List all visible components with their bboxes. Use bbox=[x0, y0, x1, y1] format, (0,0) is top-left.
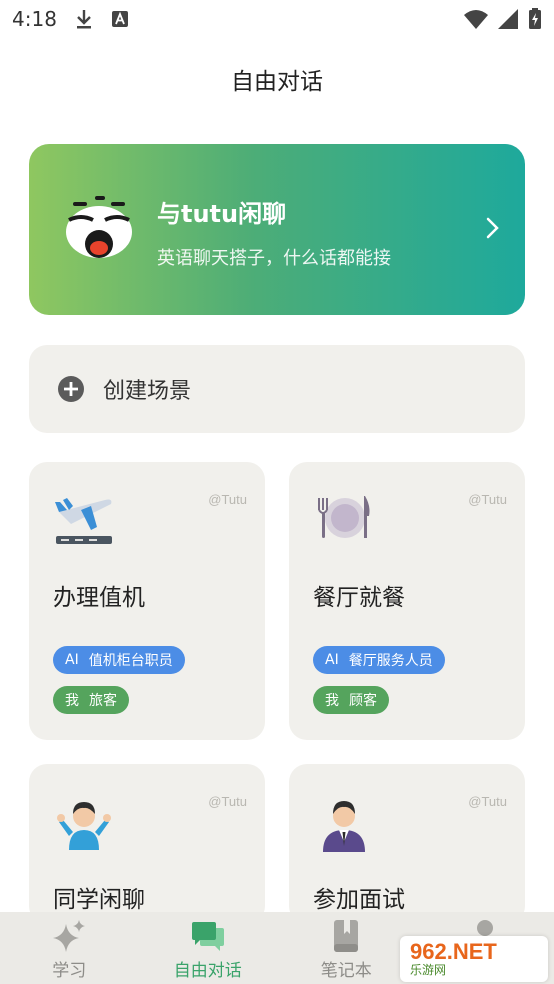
banner-title: 与tutu闲聊 bbox=[157, 200, 287, 228]
card-watermark: @Tutu bbox=[208, 492, 247, 507]
my-role-chip: 我 顾客 bbox=[313, 686, 389, 714]
me-role: 旅客 bbox=[89, 693, 117, 709]
sparkle-icon bbox=[53, 920, 86, 952]
ai-role-chip: AI 值机柜台职员 bbox=[53, 646, 185, 674]
scene-card-classmate-chat[interactable]: @Tutu 同学闲聊 bbox=[29, 764, 265, 924]
card-title: 同学闲聊 bbox=[53, 887, 145, 913]
ai-role: 餐厅服务人员 bbox=[348, 653, 433, 669]
font-icon bbox=[111, 11, 128, 27]
wifi-icon bbox=[464, 10, 488, 29]
card-title: 餐厅就餐 bbox=[313, 585, 405, 611]
ai-role: 值机柜台职员 bbox=[88, 653, 173, 669]
me-tag: 我 bbox=[325, 693, 339, 709]
battery-icon bbox=[529, 8, 541, 29]
status-bar: 4:18 bbox=[0, 0, 554, 38]
notebook-icon bbox=[334, 920, 359, 952]
card-watermark: @Tutu bbox=[208, 794, 247, 809]
status-time: 4:18 bbox=[12, 7, 57, 31]
tab-label: 学习 bbox=[52, 961, 87, 981]
card-watermark: @Tutu bbox=[468, 794, 507, 809]
download-icon bbox=[76, 10, 91, 29]
site-watermark-logo: 962.NET bbox=[410, 939, 497, 964]
scene-card-restaurant[interactable]: @Tutu 餐厅就餐 AI 餐厅服务人员 我 顾客 bbox=[289, 462, 525, 740]
tab-free-chat[interactable]: 自由对话 bbox=[139, 912, 278, 984]
chevron-right-icon bbox=[486, 217, 499, 239]
chat-bubbles-icon bbox=[191, 922, 224, 951]
me-role: 顾客 bbox=[349, 693, 377, 709]
scene-card-check-in[interactable]: @Tutu 办理值机 AI 值机柜台职员 我 旅客 bbox=[29, 462, 265, 740]
page-title: 自由对话 bbox=[231, 69, 323, 95]
signal-icon bbox=[498, 9, 518, 29]
scene-card-interview[interactable]: @Tutu 参加面试 bbox=[289, 764, 525, 924]
me-tag: 我 bbox=[65, 693, 79, 709]
tab-notebook[interactable]: 笔记本 bbox=[277, 912, 416, 984]
ai-tag: AI bbox=[65, 652, 79, 668]
plus-circle-icon bbox=[58, 376, 84, 402]
student-icon bbox=[57, 802, 111, 850]
ai-role-chip: AI 餐厅服务人员 bbox=[313, 646, 445, 674]
my-role-chip: 我 旅客 bbox=[53, 686, 129, 714]
card-watermark: @Tutu bbox=[468, 492, 507, 507]
tab-learn[interactable]: 学习 bbox=[0, 912, 139, 984]
airplane-icon bbox=[55, 498, 112, 544]
plate-icon bbox=[318, 496, 370, 538]
banner-subtitle: 英语聊天搭子，什么话都能接 bbox=[157, 248, 391, 269]
card-title: 办理值机 bbox=[53, 585, 145, 611]
create-scene-button[interactable]: 创建场景 bbox=[29, 345, 525, 433]
site-watermark-sub: 乐游网 bbox=[410, 963, 447, 977]
card-title: 参加面试 bbox=[313, 887, 405, 913]
interviewer-icon bbox=[323, 801, 365, 852]
tab-label: 笔记本 bbox=[320, 961, 372, 981]
chat-with-tutu-banner[interactable]: 与tutu闲聊 英语聊天搭子，什么话都能接 bbox=[29, 144, 525, 315]
site-watermark-badge: 962.NET 乐游网 bbox=[400, 936, 548, 982]
ai-tag: AI bbox=[325, 652, 339, 668]
tutu-avatar-icon bbox=[66, 196, 132, 258]
create-scene-label: 创建场景 bbox=[103, 379, 192, 404]
tab-label: 自由对话 bbox=[173, 961, 242, 981]
